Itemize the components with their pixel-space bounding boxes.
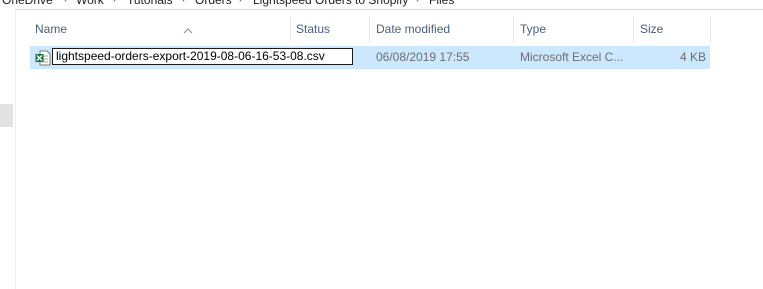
breadcrumb-separator-icon[interactable]: › bbox=[182, 0, 185, 9]
breadcrumb-item-orders[interactable]: Orders bbox=[195, 0, 232, 9]
rename-input-value: lightspeed-orders-export-2019-08-06-16-5… bbox=[56, 49, 325, 63]
breadcrumb-separator-icon[interactable]: › bbox=[239, 0, 242, 9]
file-size: 4 KB bbox=[679, 50, 706, 64]
file-date-modified: 06/08/2019 17:55 bbox=[376, 50, 470, 64]
breadcrumb-item-work[interactable]: Work bbox=[76, 0, 104, 9]
column-header-date-modified[interactable]: Date modified bbox=[370, 16, 514, 42]
column-header-date-modified-label: Date modified bbox=[376, 22, 451, 36]
breadcrumb-item-tutorials[interactable]: Tutorials bbox=[127, 0, 173, 9]
breadcrumb-item-lightspeed-orders[interactable]: Lightspeed Orders to Shopify bbox=[253, 0, 408, 9]
column-header-status[interactable]: Status bbox=[290, 16, 370, 42]
column-header-size[interactable]: Size bbox=[634, 16, 711, 42]
breadcrumb: OneDrive › Work › Tutorials › Orders › L… bbox=[0, 0, 763, 10]
column-header-type[interactable]: Type bbox=[514, 16, 634, 42]
file-row[interactable]: lightspeed-orders-export-2019-08-06-16-5… bbox=[30, 46, 710, 69]
column-header-name-label: Name bbox=[35, 22, 68, 36]
navigation-pane-scrollbar-thumb[interactable] bbox=[0, 104, 13, 127]
breadcrumb-separator-icon[interactable]: › bbox=[416, 0, 419, 9]
file-type: Microsoft Excel C... bbox=[520, 50, 624, 64]
breadcrumb-separator-icon[interactable]: › bbox=[64, 0, 67, 9]
breadcrumb-separator-icon[interactable]: › bbox=[113, 0, 116, 9]
column-header-type-label: Type bbox=[520, 22, 547, 36]
sort-ascending-icon bbox=[183, 28, 193, 34]
navigation-pane bbox=[0, 9, 16, 289]
column-header-name[interactable]: Name bbox=[29, 16, 291, 42]
file-list-header: Name Status Date modified Type Size bbox=[29, 16, 763, 42]
breadcrumb-item-onedrive[interactable]: OneDrive bbox=[2, 0, 53, 9]
column-header-status-label: Status bbox=[296, 22, 331, 36]
column-header-size-label: Size bbox=[640, 22, 664, 36]
rename-input[interactable]: lightspeed-orders-export-2019-08-06-16-5… bbox=[52, 48, 353, 65]
breadcrumb-item-files[interactable]: Files bbox=[429, 0, 454, 9]
excel-csv-icon bbox=[35, 50, 51, 66]
